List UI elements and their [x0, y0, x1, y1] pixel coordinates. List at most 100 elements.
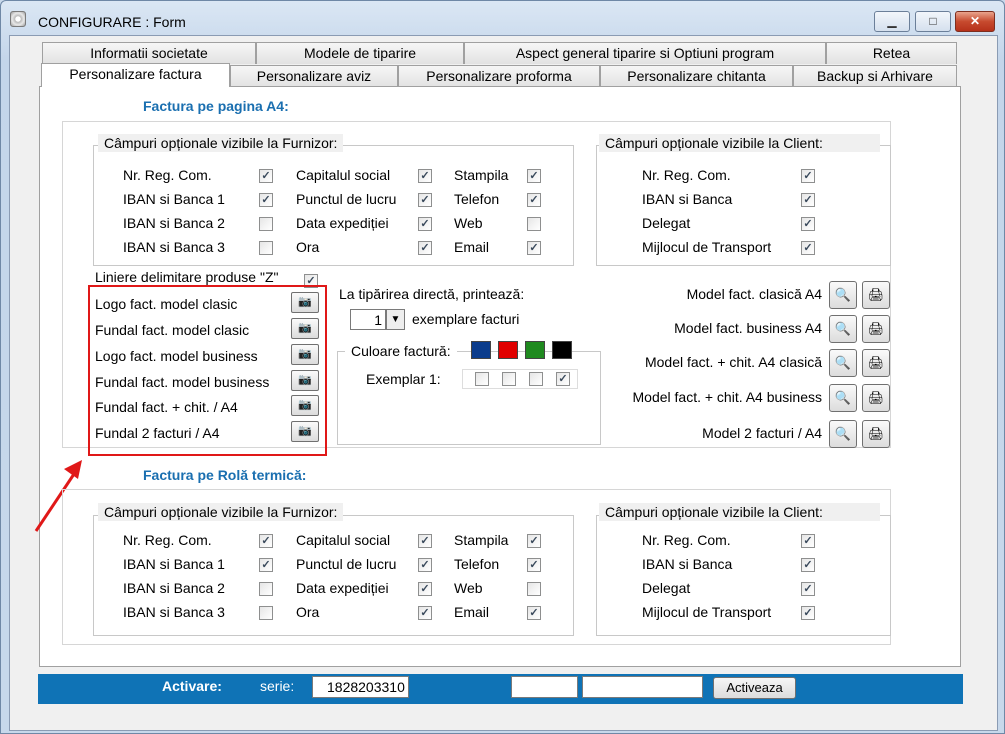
a4-client-label: IBAN si Banca [642, 191, 733, 207]
maximize-button[interactable]: □ [915, 11, 951, 32]
rola-furnizor-label: Email [454, 604, 490, 620]
exemplar-checkbox[interactable] [502, 372, 516, 386]
copies-select[interactable]: 1 [350, 309, 386, 330]
a4-furnizor-checkbox[interactable] [418, 217, 432, 231]
rola-furnizor-checkbox[interactable] [259, 558, 273, 572]
a4-furnizor-checkbox[interactable] [259, 241, 273, 255]
color-swatch[interactable] [552, 341, 572, 359]
tab-personalizare-factura[interactable]: Personalizare factura [41, 63, 230, 87]
activation-field-3[interactable] [582, 676, 703, 698]
print-preview-icon[interactable]: 🔍 [829, 349, 857, 377]
a4-furnizor-checkbox[interactable] [527, 169, 541, 183]
printer-icon[interactable]: 🖨 [862, 420, 890, 448]
exemplar-checkbox[interactable] [529, 372, 543, 386]
a4-furnizor-label: IBAN si Banca 3 [123, 239, 225, 255]
tab-modele-tiparire[interactable]: Modele de tiparire [256, 42, 464, 64]
color-group [337, 351, 601, 445]
color-caption: Culoare factură: [345, 342, 457, 360]
rola-client-checkbox[interactable] [801, 606, 815, 620]
minimize-button[interactable]: ▁ [874, 11, 910, 32]
printer-icon[interactable]: 🖨 [862, 384, 890, 412]
rola-furnizor-checkbox[interactable] [527, 582, 541, 596]
tab-informatii-societate[interactable]: Informatii societate [42, 42, 256, 64]
a4-furnizor-label: Ora [296, 239, 320, 255]
a4-furnizor-label: Nr. Reg. Com. [123, 167, 212, 183]
rola-client-caption: Câmpuri opționale vizibile la Client: [599, 503, 880, 521]
tab-personalizare-aviz[interactable]: Personalizare aviz [230, 65, 398, 87]
tab-aspect-general[interactable]: Aspect general tiparire si Optiuni progr… [464, 42, 826, 64]
a4-furnizor-label: IBAN si Banca 2 [123, 215, 225, 231]
rola-furnizor-checkbox[interactable] [259, 606, 273, 620]
print-label: La tipărirea directă, printează: [339, 286, 525, 302]
a4-client-caption: Câmpuri opționale vizibile la Client: [599, 134, 880, 152]
rola-furnizor-label: Capitalul social [296, 532, 391, 548]
rola-furnizor-checkbox[interactable] [418, 534, 432, 548]
print-preview-icon[interactable]: 🔍 [829, 384, 857, 412]
a4-furnizor-label: Stampila [454, 167, 509, 183]
rola-furnizor-checkbox[interactable] [418, 558, 432, 572]
color-swatch[interactable] [471, 341, 491, 359]
a4-furnizor-label: Punctul de lucru [296, 191, 397, 207]
rola-client-label: Mijlocul de Transport [642, 604, 772, 620]
rola-furnizor-checkbox[interactable] [418, 606, 432, 620]
a4-furnizor-checkbox[interactable] [259, 169, 273, 183]
rola-furnizor-label: IBAN si Banca 2 [123, 580, 225, 596]
a4-client-checkbox[interactable] [801, 241, 815, 255]
serie-input[interactable]: 1828203310 [312, 676, 409, 698]
a4-furnizor-checkbox[interactable] [259, 217, 273, 231]
tab-personalizare-proforma[interactable]: Personalizare proforma [398, 65, 600, 87]
a4-furnizor-caption: Câmpuri opționale vizibile la Furnizor: [98, 134, 344, 152]
title-bar: CONFIGURARE : Form ▁ □ ✕ [1, 1, 1004, 35]
activeaza-button[interactable]: Activeaza [713, 677, 796, 699]
printer-icon[interactable]: 🖨 [862, 315, 890, 343]
a4-client-checkbox[interactable] [801, 193, 815, 207]
rola-furnizor-label: Stampila [454, 532, 509, 548]
print-preview-icon[interactable]: 🔍 [829, 315, 857, 343]
rola-furnizor-label: Web [454, 580, 483, 596]
chevron-down-icon[interactable]: ▼ [386, 309, 405, 330]
a4-furnizor-checkbox[interactable] [418, 193, 432, 207]
activation-field-2[interactable] [511, 676, 578, 698]
exemplar-checkbox[interactable] [475, 372, 489, 386]
rola-furnizor-label: Data expediției [296, 580, 389, 596]
model-label: Model fact. business A4 [674, 320, 822, 336]
a4-furnizor-checkbox[interactable] [259, 193, 273, 207]
a4-furnizor-label: Email [454, 239, 490, 255]
rola-client-label: Nr. Reg. Com. [642, 532, 731, 548]
exemplar-checkbox[interactable] [556, 372, 570, 386]
rola-client-label: IBAN si Banca [642, 556, 733, 572]
a4-furnizor-checkbox[interactable] [527, 193, 541, 207]
rola-client-checkbox[interactable] [801, 558, 815, 572]
color-swatch[interactable] [525, 341, 545, 359]
print-preview-icon[interactable]: 🔍 [829, 420, 857, 448]
section-title-rola: Factura pe Rolă termică: [143, 467, 307, 483]
a4-furnizor-checkbox[interactable] [527, 217, 541, 231]
printer-icon[interactable]: 🖨 [862, 281, 890, 309]
app-gear-icon [10, 11, 26, 27]
copies-suffix: exemplare facturi [412, 311, 520, 327]
rola-client-checkbox[interactable] [801, 534, 815, 548]
printer-icon[interactable]: 🖨 [862, 349, 890, 377]
a4-client-checkbox[interactable] [801, 169, 815, 183]
tab-personalizare-chitanta[interactable]: Personalizare chitanta [600, 65, 793, 87]
a4-furnizor-checkbox[interactable] [418, 169, 432, 183]
tab-backup-arhivare[interactable]: Backup si Arhivare [793, 65, 957, 87]
tab-retea[interactable]: Retea [826, 42, 957, 64]
a4-furnizor-label: Data expediției [296, 215, 389, 231]
rola-furnizor-checkbox[interactable] [527, 606, 541, 620]
rola-furnizor-checkbox[interactable] [259, 582, 273, 596]
rola-furnizor-checkbox[interactable] [527, 558, 541, 572]
print-preview-icon[interactable]: 🔍 [829, 281, 857, 309]
color-swatch[interactable] [498, 341, 518, 359]
rola-furnizor-label: IBAN si Banca 3 [123, 604, 225, 620]
rola-furnizor-checkbox[interactable] [527, 534, 541, 548]
rola-furnizor-checkbox[interactable] [259, 534, 273, 548]
a4-furnizor-label: Web [454, 215, 483, 231]
a4-furnizor-checkbox[interactable] [418, 241, 432, 255]
a4-furnizor-checkbox[interactable] [527, 241, 541, 255]
rola-client-checkbox[interactable] [801, 582, 815, 596]
a4-client-checkbox[interactable] [801, 217, 815, 231]
rola-furnizor-checkbox[interactable] [418, 582, 432, 596]
highlight-box [88, 285, 327, 456]
close-button[interactable]: ✕ [955, 11, 995, 32]
